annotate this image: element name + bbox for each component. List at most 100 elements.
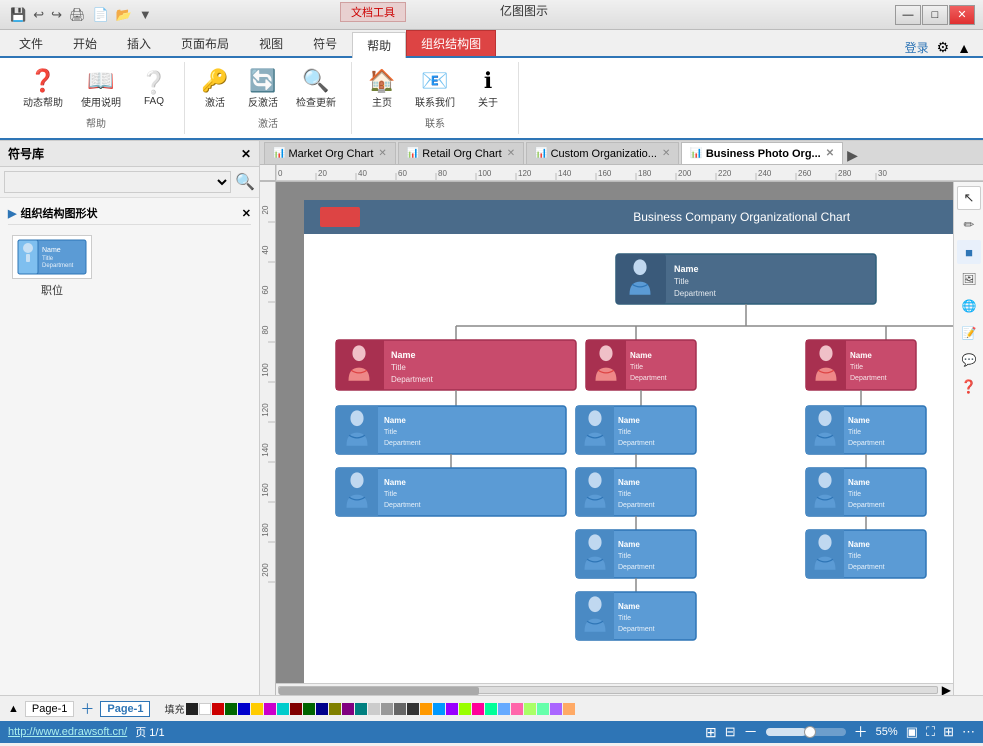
h-scrollbar[interactable]: ▶ (276, 683, 953, 695)
l3-c3-r1[interactable]: Name Title Department (806, 406, 926, 454)
contact-btn[interactable]: 📧 联系我们 (408, 66, 462, 113)
scroll-right-btn[interactable]: ▶ (942, 683, 951, 696)
help-tool-btn[interactable]: ❓ (957, 375, 981, 399)
tab-layout[interactable]: 页面布局 (166, 30, 244, 56)
globe-tool-btn[interactable]: 🌐 (957, 294, 981, 318)
color-darkblue[interactable] (316, 703, 328, 715)
maximize-button[interactable]: □ (922, 5, 948, 25)
l3-c1-r1[interactable]: Name Title Department (336, 406, 566, 454)
color-blue[interactable] (238, 703, 250, 715)
quick-access-toolbar[interactable]: 💾 ↩ ↪ 🖨 📄 📂 ▼ (8, 5, 154, 25)
l3-c1-r2[interactable]: Name Title Department (336, 468, 566, 516)
color-skyblue[interactable] (433, 703, 445, 715)
color-black[interactable] (186, 703, 198, 715)
tab-custom-org[interactable]: 📊 Custom Organizatio... ✕ (526, 142, 679, 164)
l2-node-3[interactable]: Name Title Department (806, 340, 916, 390)
save-btn[interactable]: 💾 (8, 5, 28, 25)
zoom-slider[interactable] (766, 728, 846, 736)
tab-market-org-chart[interactable]: 📊 Market Org Chart ✕ (264, 142, 396, 164)
dynamic-help-btn[interactable]: ❓ 动态帮助 (16, 66, 70, 113)
l2-node-2[interactable]: Name Title Department (586, 340, 696, 390)
top-node[interactable]: Name Title Department (616, 254, 876, 304)
color-gray[interactable] (381, 703, 393, 715)
sidebar-close-icon[interactable]: ✕ (241, 147, 251, 161)
business-tab-close[interactable]: ✕ (826, 148, 834, 159)
comment-tool-btn[interactable]: 💬 (957, 348, 981, 372)
l3-c2-r3[interactable]: Name Title Department (576, 530, 696, 578)
login-btn[interactable]: 登录 (905, 39, 929, 56)
url-link[interactable]: http://www.edrawsoft.cn/ (8, 726, 127, 738)
view-grid-icon[interactable]: ⊞ (943, 724, 954, 740)
color-orange[interactable] (420, 703, 432, 715)
color-mint[interactable] (537, 703, 549, 715)
tab-file[interactable]: 文件 (4, 30, 58, 56)
l3-c3-r3[interactable]: Name Title Department (806, 530, 926, 578)
color-darkgray[interactable] (394, 703, 406, 715)
more-view-icon[interactable]: ⋯ (962, 724, 975, 740)
view-fullscreen-icon[interactable]: ⛶ (926, 724, 935, 740)
market-tab-close[interactable]: ✕ (378, 148, 386, 159)
l3-c2-r4[interactable]: Name Title Department (576, 592, 696, 640)
shape-position[interactable]: Name Title Department 职位 (12, 235, 92, 298)
deactivate-btn[interactable]: 🔄 反激活 (241, 66, 285, 113)
tab-retail-org-chart[interactable]: 📊 Retail Org Chart ✕ (398, 142, 524, 164)
tab-business-photo-org[interactable]: 📊 Business Photo Org... ✕ (681, 142, 843, 164)
shape-section-header[interactable]: ▶ 组织结构图形状 ✕ (8, 202, 251, 225)
color-verydarkgray[interactable] (407, 703, 419, 715)
tab-symbol[interactable]: 符号 (298, 30, 352, 56)
search-icon[interactable]: 🔍 (235, 172, 255, 192)
color-pink2[interactable] (511, 703, 523, 715)
fit-page-icon[interactable]: ⊞ (705, 724, 717, 741)
color-darkred[interactable] (290, 703, 302, 715)
redo-btn[interactable]: ↪ (49, 5, 64, 25)
color-yellow-green[interactable] (524, 703, 536, 715)
color-darkgreen[interactable] (303, 703, 315, 715)
color-teal[interactable] (355, 703, 367, 715)
color-purple[interactable] (342, 703, 354, 715)
l3-c2-r2[interactable]: Name Title Department (576, 468, 696, 516)
page-up-icon[interactable]: ▲ (8, 703, 19, 715)
image-tool-btn[interactable]: 🖼 (957, 267, 981, 291)
view-normal-icon[interactable]: ▣ (906, 724, 918, 740)
fit-width-icon[interactable]: ⊟ (725, 724, 736, 740)
section-close-icon[interactable]: ✕ (242, 207, 251, 220)
faq-btn[interactable]: ❔ FAQ (132, 68, 176, 111)
color-peach[interactable] (563, 703, 575, 715)
pointer-tool-btn[interactable]: ↖ (957, 186, 981, 210)
canvas-scroll[interactable]: Business Company Organizational Chart 20… (276, 182, 953, 695)
pencil-tool-btn[interactable]: ✏ (957, 213, 981, 237)
check-update-btn[interactable]: 🔍 检查更新 (289, 66, 343, 113)
h-scrollbar-thumb[interactable] (279, 687, 479, 695)
color-white[interactable] (199, 703, 211, 715)
note-tool-btn[interactable]: 📝 (957, 321, 981, 345)
color-green[interactable] (225, 703, 237, 715)
settings-icon[interactable]: ⚙ (937, 39, 950, 56)
more-btn[interactable]: ▼ (137, 5, 154, 24)
zoom-in-icon[interactable]: ＋ (854, 722, 868, 742)
tab-scroll-right[interactable]: ▶ (847, 147, 858, 164)
retail-tab-close[interactable]: ✕ (507, 148, 515, 159)
custom-tab-close[interactable]: ✕ (662, 148, 670, 159)
color-cornflower[interactable] (498, 703, 510, 715)
activate-btn[interactable]: 🔑 激活 (193, 66, 237, 113)
color-silver[interactable] (368, 703, 380, 715)
tab-start[interactable]: 开始 (58, 30, 112, 56)
color-springgreen[interactable] (485, 703, 497, 715)
tab-orgchart[interactable]: 组织结构图 (406, 30, 496, 56)
page-tab-2[interactable]: Page-1 (100, 701, 150, 717)
close-button[interactable]: ✕ (949, 5, 975, 25)
color-magenta[interactable] (264, 703, 276, 715)
l2-node-1[interactable]: Name Title Department (336, 340, 576, 390)
manual-btn[interactable]: 📖 使用说明 (74, 66, 128, 113)
tab-insert[interactable]: 插入 (112, 30, 166, 56)
page-add-icon[interactable]: ＋ (80, 699, 94, 719)
color-yellow[interactable] (251, 703, 263, 715)
zoom-slider-thumb[interactable] (804, 726, 816, 738)
about-btn[interactable]: ℹ 关于 (466, 66, 510, 113)
home-btn[interactable]: 🏠 主页 (360, 66, 404, 113)
open-btn[interactable]: 📂 (114, 5, 134, 25)
color-hotpink[interactable] (472, 703, 484, 715)
page-tab-1[interactable]: Page-1 (25, 701, 74, 717)
zoom-out-icon[interactable]: － (744, 722, 758, 742)
category-select[interactable] (4, 171, 231, 193)
